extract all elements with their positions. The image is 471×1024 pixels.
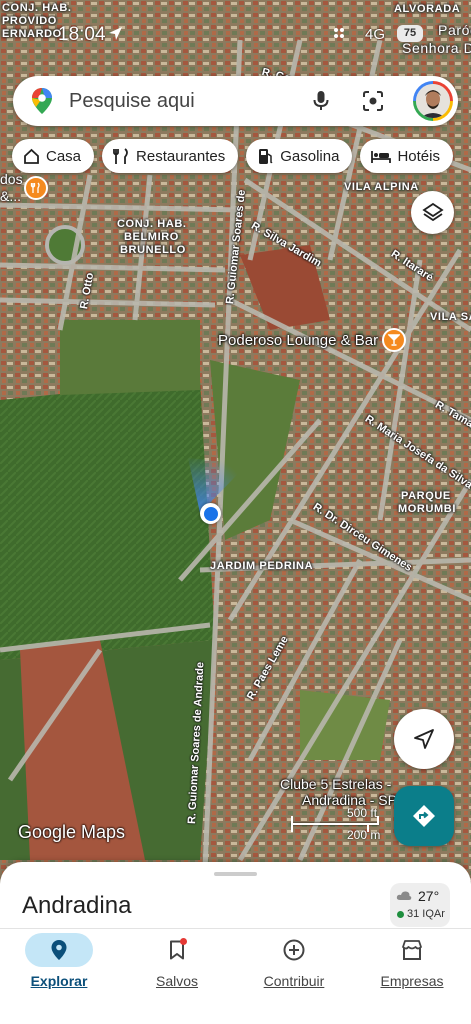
nav-empresas[interactable]: Empresas bbox=[353, 929, 471, 1024]
chip-gasolina[interactable]: Gasolina bbox=[246, 139, 353, 173]
app-dots-icon bbox=[332, 26, 346, 43]
chip-hoteis[interactable]: Hotéis bbox=[360, 139, 453, 173]
nav-label: Empresas bbox=[380, 973, 444, 989]
cocktail-icon bbox=[382, 328, 407, 352]
status-bar: 18:04 4G 75 bbox=[0, 20, 471, 50]
map-label: JARDIM PEDRINA bbox=[210, 560, 314, 572]
chip-casa[interactable]: Casa bbox=[12, 139, 95, 173]
nav-label: Contribuir bbox=[263, 973, 325, 989]
add-circle-icon bbox=[283, 939, 305, 961]
my-location-button[interactable] bbox=[394, 709, 454, 769]
nav-label: Salvos bbox=[155, 973, 199, 989]
place-name: Clube 5 Estrelas - bbox=[280, 776, 392, 792]
chip-label: Hotéis bbox=[397, 147, 440, 165]
scale-metric: 200 m bbox=[347, 828, 381, 842]
directions-icon bbox=[413, 805, 435, 827]
explore-pin-icon bbox=[51, 940, 67, 960]
network-indicator: 4G bbox=[365, 26, 386, 43]
current-location-dot bbox=[200, 503, 221, 524]
navigation-arrow-icon bbox=[414, 729, 434, 749]
nav-salvos[interactable]: Salvos bbox=[118, 929, 236, 1024]
battery-indicator: 75 bbox=[397, 25, 423, 42]
place-name: Poderoso Lounge & Bar bbox=[218, 331, 379, 349]
location-arrow-icon bbox=[108, 26, 123, 45]
map-label: BRUNELLO bbox=[120, 244, 186, 256]
search-input[interactable]: Pesquise aqui bbox=[69, 90, 309, 113]
category-chips: Casa Restaurantes Gasolina Hotéis bbox=[12, 139, 453, 175]
nav-contribuir[interactable]: Contribuir bbox=[235, 929, 353, 1024]
cloud-icon bbox=[396, 891, 412, 900]
layers-button[interactable] bbox=[411, 191, 454, 234]
layers-icon bbox=[421, 202, 444, 221]
google-maps-attribution: Google Maps bbox=[18, 822, 126, 842]
restaurant-pin-icon[interactable] bbox=[24, 176, 48, 200]
map-label: VILA ALPINA bbox=[344, 181, 419, 193]
fork-knife-icon bbox=[113, 147, 128, 164]
chip-label: Casa bbox=[46, 147, 82, 165]
map-label: ALVORADA bbox=[394, 3, 461, 15]
weather-badge[interactable]: 27° 31 IQAr bbox=[390, 883, 450, 927]
storefront-icon bbox=[402, 940, 422, 960]
google-lens-icon[interactable] bbox=[361, 89, 385, 113]
status-time: 18:04 bbox=[58, 24, 106, 45]
air-quality-value: 31 IQAr bbox=[407, 908, 445, 920]
bed-icon bbox=[371, 150, 392, 163]
poi-clube-5-estrelas[interactable]: Clube 5 Estrelas - Andradina - SP bbox=[280, 776, 397, 808]
weather-temp: 27° bbox=[418, 888, 440, 904]
chip-label: Gasolina bbox=[280, 147, 340, 165]
scale-imperial: 500 ft bbox=[347, 806, 378, 820]
air-quality: 31 IQAr bbox=[397, 908, 445, 920]
map-label: MORUMBI bbox=[398, 503, 456, 515]
bottom-navigation: Explorar Salvos Contribuir Empresas bbox=[0, 928, 471, 1024]
map-label: BELMIRO bbox=[124, 231, 179, 243]
city-name: Andradina bbox=[22, 892, 132, 919]
map-label: VILA SA bbox=[430, 311, 471, 323]
search-bar[interactable]: Pesquise aqui bbox=[13, 76, 458, 126]
map-label: &... bbox=[0, 188, 22, 204]
chip-label: Restaurantes bbox=[136, 147, 226, 165]
directions-button[interactable] bbox=[394, 786, 454, 846]
chip-restaurantes[interactable]: Restaurantes bbox=[102, 139, 239, 173]
map-label: PARQUE bbox=[401, 490, 451, 502]
poi-poderoso-lounge[interactable]: Poderoso Lounge & Bar bbox=[218, 328, 407, 352]
map-label: CONJ. HAB. bbox=[2, 2, 72, 14]
nav-label: Explorar bbox=[30, 973, 88, 989]
home-icon bbox=[24, 148, 39, 164]
google-maps-logo-icon bbox=[27, 86, 57, 116]
gas-pump-icon bbox=[259, 148, 273, 164]
map-label: CONJ. HAB. bbox=[117, 218, 187, 230]
air-quality-dot-icon bbox=[397, 910, 404, 918]
nav-explorar[interactable]: Explorar bbox=[0, 929, 118, 1024]
microphone-icon[interactable] bbox=[309, 89, 333, 113]
notification-dot bbox=[180, 938, 187, 945]
sheet-drag-handle[interactable] bbox=[214, 872, 257, 876]
profile-avatar[interactable] bbox=[413, 81, 453, 121]
